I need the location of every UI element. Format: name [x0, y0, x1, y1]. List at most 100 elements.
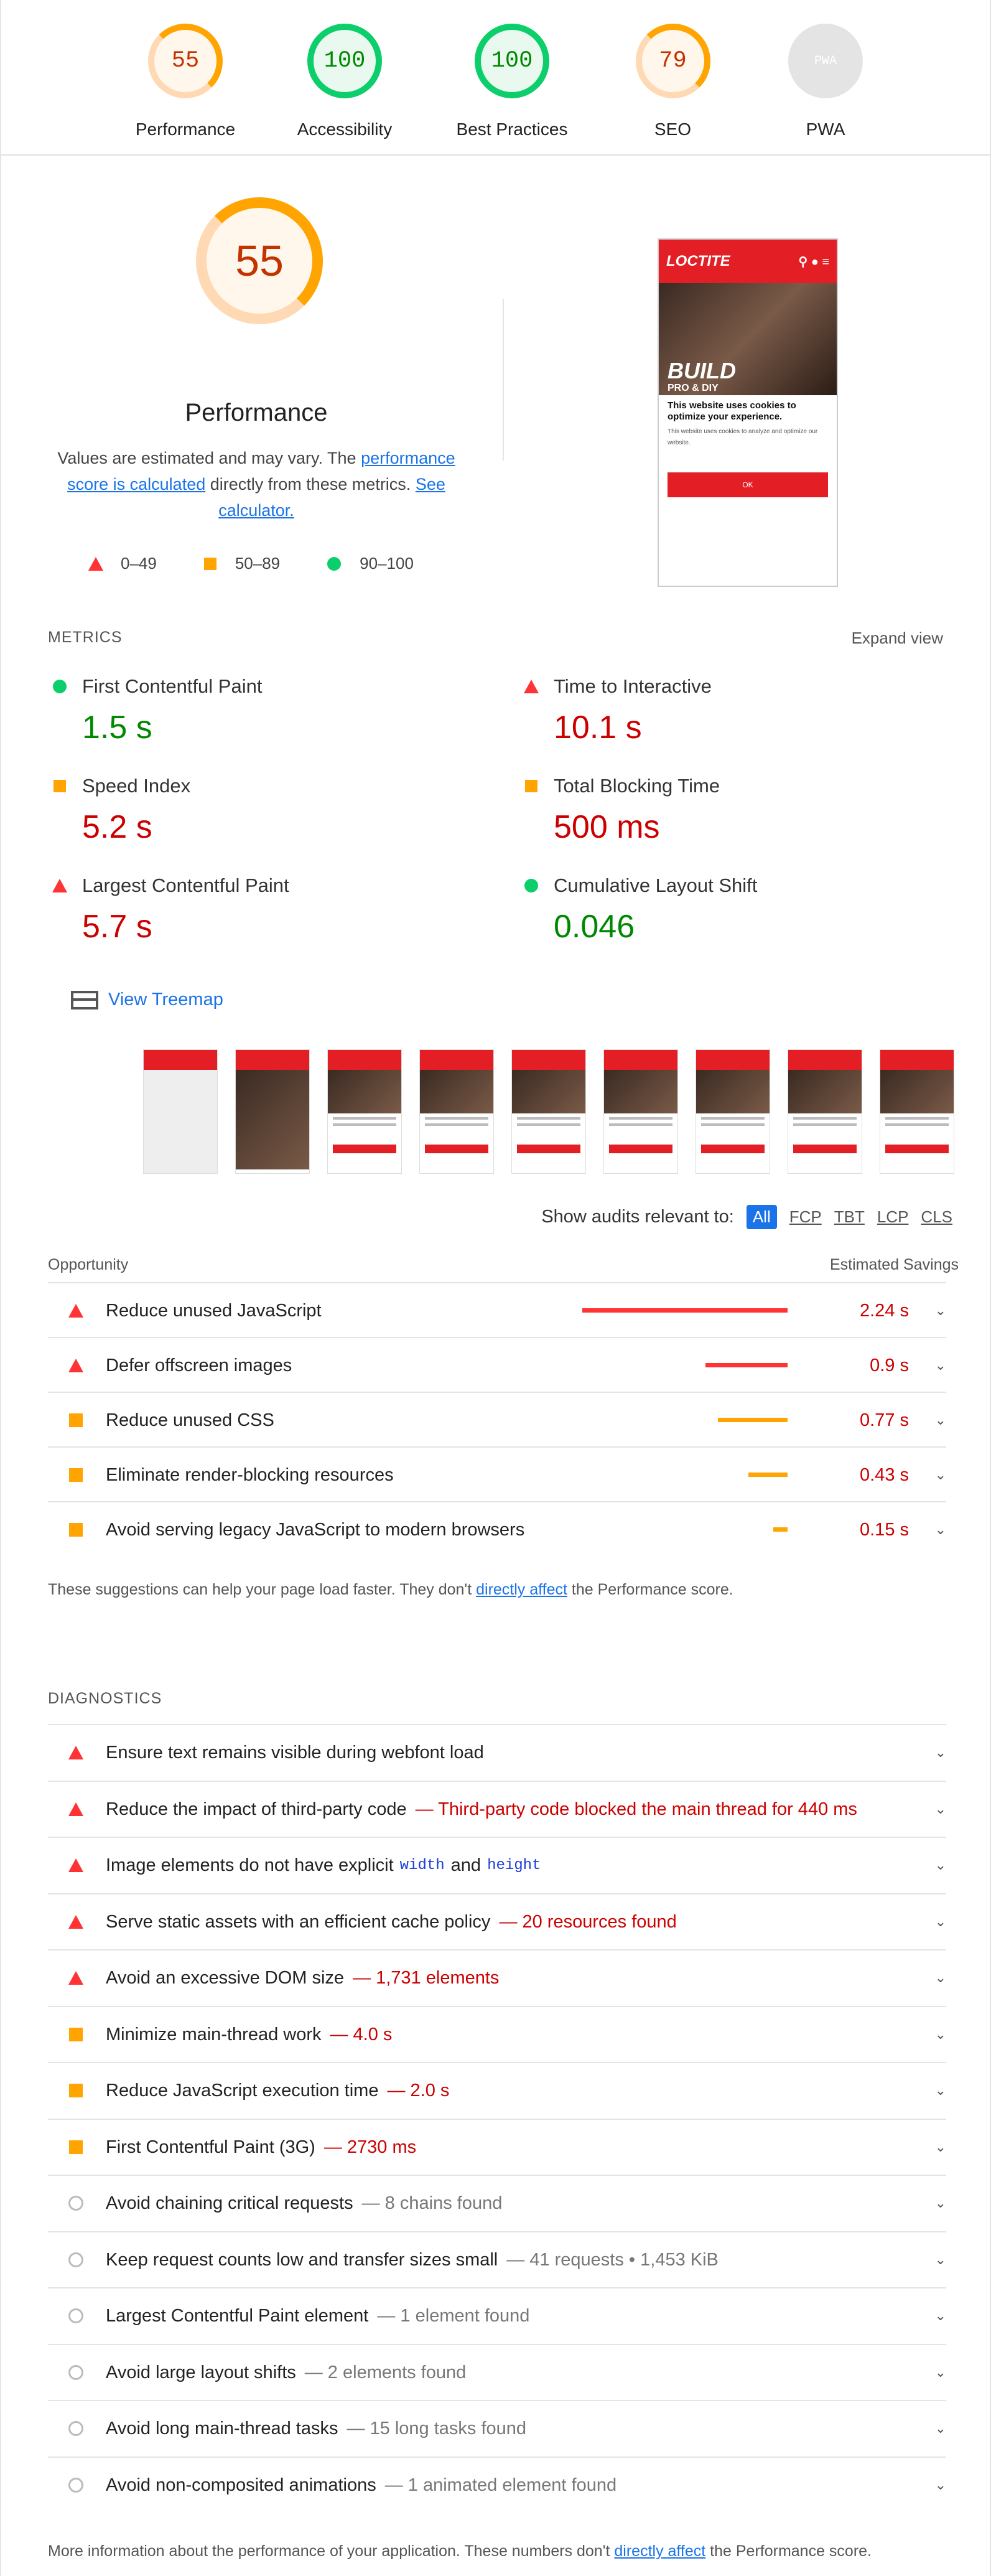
- gauge-ring: 100: [475, 24, 549, 98]
- diagnostic-row[interactable]: Avoid long main-thread tasks — 15 long ta…: [48, 2400, 946, 2456]
- fail-triangle-icon: [63, 1304, 88, 1318]
- gauge-pwa[interactable]: PWA PWA: [752, 24, 899, 154]
- chevron-down-icon: ⌄: [934, 1357, 946, 1373]
- diagnostic-row[interactable]: Avoid an excessive DOM size — 1,731 eleme…: [48, 1949, 946, 2005]
- legend-label: 0–49: [121, 554, 157, 573]
- cookie-body: This website uses cookies to analyze and…: [668, 428, 818, 446]
- diagnostic-row[interactable]: First Contentful Paint (3G) — 2730 ms ⌄: [48, 2119, 946, 2175]
- audit-detail: — 1 element found: [377, 2305, 530, 2326]
- legend-label: 50–89: [235, 554, 281, 573]
- fail-triangle-icon: [519, 680, 544, 693]
- pass-circle-icon: [47, 680, 72, 693]
- info-circle-icon: [63, 2308, 88, 2323]
- estimated-savings: 0.9 s: [870, 1355, 909, 1375]
- pass-circle-icon: [327, 556, 342, 571]
- chevron-down-icon: ⌄: [934, 1303, 946, 1318]
- metric-fcp: First Contentful Paint 1.5 s: [27, 675, 463, 746]
- metric-name: Time to Interactive: [554, 675, 712, 697]
- diagnostic-row[interactable]: Reduce JavaScript execution time — 2.0 s ⌄: [48, 2062, 946, 2118]
- metric-value: 0.046: [554, 909, 635, 945]
- opportunity-row[interactable]: Reduce unused CSS 0.77 s ⌄: [48, 1392, 946, 1448]
- audit-detail: — 20 resources found: [499, 1911, 677, 1932]
- savings-bar: [748, 1473, 788, 1477]
- gauge-performance[interactable]: 55 Performance: [112, 24, 259, 154]
- savings-bar: [582, 1308, 788, 1313]
- gauge-accessibility[interactable]: 100 Accessibility: [259, 24, 430, 154]
- audit-title: Reduce the impact of third-party code: [106, 1799, 407, 1819]
- filmstrip-frame: [696, 1049, 770, 1174]
- directly-affect-link[interactable]: directly affect: [476, 1581, 567, 1598]
- metric-name: First Contentful Paint: [82, 675, 263, 697]
- filmstrip: [143, 1049, 954, 1174]
- audit-detail: — 41 requests • 1,453 KiB: [506, 2249, 719, 2270]
- pass-circle-icon: [519, 879, 544, 892]
- desc-text: directly from these metrics.: [205, 475, 416, 494]
- diagnostic-row[interactable]: Minimize main-thread work — 4.0 s ⌄: [48, 2006, 946, 2062]
- diagnostic-row[interactable]: Avoid chaining critical requests — 8 chai…: [48, 2175, 946, 2231]
- directly-affect-link[interactable]: directly affect: [614, 2542, 705, 2560]
- diagnostic-row[interactable]: Serve static assets with an efficient ca…: [48, 1893, 946, 1949]
- diagnostic-row[interactable]: Largest Contentful Paint element — 1 elem…: [48, 2287, 946, 2343]
- metric-speed-index: Speed Index 5.2 s: [27, 775, 463, 846]
- filter-fcp-button[interactable]: FCP: [789, 1207, 822, 1227]
- opportunity-row[interactable]: Avoid serving legacy JavaScript to moder…: [48, 1501, 946, 1557]
- info-circle-icon: [63, 2196, 88, 2211]
- fail-triangle-icon: [88, 556, 103, 571]
- diagnostic-row[interactable]: Ensure text remains visible during webfo…: [48, 1724, 946, 1780]
- lighthouse-report: 55 Performance 100 Accessibility 100 Bes…: [0, 0, 991, 2576]
- audit-title: Image elements do not have explicit: [106, 1855, 394, 1875]
- note-text: the Performance score.: [567, 1581, 733, 1598]
- opportunity-header: Opportunity Estimated Savings: [48, 1256, 959, 1274]
- audit-title: First Contentful Paint (3G): [106, 2137, 315, 2157]
- diagnostic-row[interactable]: Avoid large layout shifts — 2 elements fo…: [48, 2344, 946, 2400]
- search-icon: ⚲ ● ≡: [798, 255, 829, 269]
- filter-tbt-button[interactable]: TBT: [834, 1207, 865, 1227]
- diagnostic-row[interactable]: Avoid non-composited animations — 1 anima…: [48, 2457, 946, 2513]
- average-square-icon: [63, 1523, 88, 1537]
- gauge-best-practices[interactable]: 100 Best Practices: [430, 24, 593, 154]
- metric-value: 5.2 s: [82, 809, 152, 845]
- diagnostics-heading: DIAGNOSTICS: [48, 1690, 162, 1707]
- info-circle-icon: [63, 2252, 88, 2267]
- filter-lcp-button[interactable]: LCP: [877, 1207, 909, 1227]
- estimated-savings: 2.24 s: [860, 1300, 909, 1321]
- diagnostic-row[interactable]: Keep request counts low and transfer siz…: [48, 2231, 946, 2287]
- audit-detail: — 4.0 s: [330, 2024, 393, 2044]
- gauge-seo[interactable]: 79 SEO: [593, 24, 752, 154]
- treemap-label: View Treemap: [108, 990, 223, 1009]
- average-square-icon: [203, 557, 216, 570]
- gauge-label: SEO: [654, 119, 692, 139]
- opportunity-row[interactable]: Eliminate render-blocking resources 0.43 …: [48, 1446, 946, 1502]
- chevron-down-icon: ⌄: [934, 1745, 946, 1760]
- performance-score-gauge: 55: [196, 197, 323, 324]
- opportunity-row[interactable]: Reduce unused JavaScript 2.24 s ⌄: [48, 1282, 946, 1338]
- gauge-label: Performance: [135, 119, 236, 139]
- info-circle-icon: [63, 2478, 88, 2493]
- chevron-down-icon: ⌄: [934, 2308, 946, 2323]
- view-treemap-button[interactable]: View Treemap: [71, 990, 223, 1010]
- expand-view-toggle[interactable]: Expand view: [852, 629, 943, 648]
- audit-title: Reduce unused JavaScript: [106, 1300, 322, 1321]
- audit-detail: — 1 animated element found: [384, 2475, 617, 2495]
- estimated-savings: 0.77 s: [860, 1410, 909, 1430]
- filmstrip-frame: [327, 1049, 402, 1174]
- average-square-icon: [63, 1468, 88, 1482]
- opportunity-row[interactable]: Defer offscreen images 0.9 s ⌄: [48, 1337, 946, 1393]
- fail-triangle-icon: [63, 1971, 88, 1985]
- treemap-icon: [71, 990, 98, 1009]
- audit-title: Ensure text remains visible during webfo…: [106, 1742, 484, 1763]
- diagnostic-row[interactable]: Reduce the impact of third-party code — T…: [48, 1781, 946, 1837]
- filter-all-button[interactable]: All: [746, 1205, 777, 1229]
- filter-cls-button[interactable]: CLS: [921, 1207, 952, 1227]
- final-screenshot[interactable]: LOCTITE ⚲ ● ≡ BUILD PRO & DIY This websit…: [658, 238, 838, 587]
- metric-name: Largest Contentful Paint: [82, 874, 289, 896]
- average-square-icon: [47, 780, 72, 792]
- diagnostics-note: More information about the performance o…: [48, 2542, 872, 2560]
- fail-triangle-icon: [47, 879, 72, 892]
- diagnostic-row[interactable]: Image elements do not have explicit width…: [48, 1837, 946, 1893]
- audit-title: Largest Contentful Paint element: [106, 2305, 369, 2326]
- hero-subhead: PRO & DIY: [668, 383, 719, 393]
- fail-triangle-icon: [63, 1359, 88, 1372]
- audit-detail: — 1,731 elements: [353, 1967, 500, 1988]
- info-circle-icon: [63, 2421, 88, 2436]
